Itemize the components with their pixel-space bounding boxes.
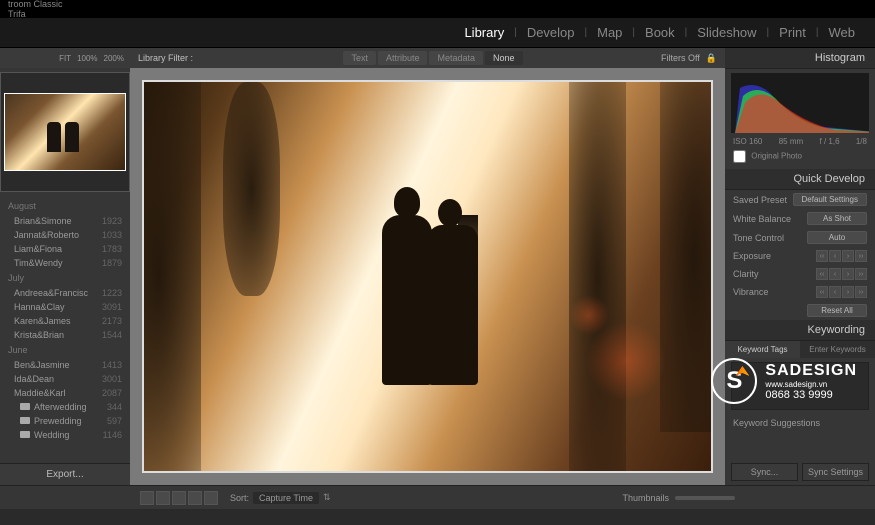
folder-group-header[interactable]: July <box>0 270 130 286</box>
preview-image <box>142 80 713 473</box>
loupe-view-icon[interactable] <box>156 491 170 505</box>
sync-button[interactable]: Sync... <box>731 463 798 481</box>
folder-item[interactable]: Maddie&Karl2087 <box>0 386 130 400</box>
compare-view-icon[interactable] <box>172 491 186 505</box>
wb-label: White Balance <box>733 214 791 224</box>
quickdev-title: Quick Develop <box>725 169 875 190</box>
sort-direction-icon[interactable]: ⇅ <box>323 492 331 503</box>
sort-label: Sort: <box>230 493 249 503</box>
vibrance-label: Vibrance <box>733 287 768 297</box>
watermark: S SADESIGN www.sadesign.vn 0868 33 9999 <box>711 358 857 404</box>
reset-all-button[interactable]: Reset All <box>807 304 867 317</box>
library-filter-bar: Library Filter : Text Attribute Metadata… <box>130 48 725 68</box>
center-panel: Library Filter : Text Attribute Metadata… <box>130 48 725 485</box>
zoom-fit[interactable]: FIT <box>59 54 71 63</box>
exposure-label: Exposure <box>733 251 771 261</box>
app-name: troom Classic <box>8 0 63 9</box>
clarity-stepper[interactable]: ‹‹‹››› <box>816 268 867 280</box>
tone-label: Tone Control <box>733 233 784 243</box>
thumbnails-label: Thumbnails <box>622 493 669 503</box>
watermark-brand: SADESIGN <box>765 362 857 380</box>
iso-value: ISO 160 <box>733 137 762 146</box>
watermark-phone: 0868 33 9999 <box>765 389 857 401</box>
view-mode-icons <box>140 491 218 505</box>
module-library[interactable]: Library <box>454 25 514 40</box>
navigator-zoom: FIT 100% 200% <box>0 48 130 68</box>
module-web[interactable]: Web <box>819 25 866 40</box>
watermark-logo-icon: S <box>711 358 757 404</box>
folder-item[interactable]: Ida&Dean3001 <box>0 372 130 386</box>
export-button[interactable]: Export... <box>0 463 130 485</box>
module-develop[interactable]: Develop <box>517 25 585 40</box>
subfolder-item[interactable]: Afterwedding344 <box>0 400 130 414</box>
folders-panel: AugustBrian&Simone1923Jannat&Roberto1033… <box>0 196 130 463</box>
exposure-stepper[interactable]: ‹‹‹››› <box>816 250 867 262</box>
grid-view-icon[interactable] <box>140 491 154 505</box>
filter-none[interactable]: None <box>485 51 523 65</box>
original-photo-check[interactable]: Original Photo <box>725 148 875 169</box>
thumbnail-slider[interactable] <box>675 496 735 500</box>
survey-view-icon[interactable] <box>188 491 202 505</box>
keyword-suggestions-label: Keyword Suggestions <box>725 414 875 432</box>
filter-attribute[interactable]: Attribute <box>378 51 428 65</box>
subfolder-item[interactable]: Prewedding597 <box>0 414 130 428</box>
filter-metadata[interactable]: Metadata <box>429 51 483 65</box>
saved-preset-dropdown[interactable]: Default Settings <box>793 193 867 206</box>
keywording-title: Keywording <box>725 320 875 341</box>
module-picker: Library| Develop| Map| Book| Slideshow| … <box>0 18 875 48</box>
folder-item[interactable]: Krista&Brian1544 <box>0 328 130 342</box>
folder-item[interactable]: Ben&Jasmine1413 <box>0 358 130 372</box>
module-print[interactable]: Print <box>769 25 816 40</box>
folder-item[interactable]: Tim&Wendy1879 <box>0 256 130 270</box>
clarity-label: Clarity <box>733 269 759 279</box>
navigator-thumbnail[interactable] <box>0 72 130 192</box>
filter-text[interactable]: Text <box>343 51 376 65</box>
sort-dropdown[interactable]: Capture Time <box>253 492 319 504</box>
aperture-value: f / 1,6 <box>820 137 840 146</box>
module-slideshow[interactable]: Slideshow <box>687 25 766 40</box>
folder-item[interactable]: Karen&James2173 <box>0 314 130 328</box>
folder-item[interactable]: Jannat&Roberto1033 <box>0 228 130 242</box>
saved-preset-label: Saved Preset <box>733 195 787 205</box>
focal-value: 85 mm <box>779 137 803 146</box>
folder-item[interactable]: Brian&Simone1923 <box>0 214 130 228</box>
wb-dropdown[interactable]: As Shot <box>807 212 867 225</box>
zoom-200[interactable]: 200% <box>104 54 124 63</box>
folder-item[interactable]: Liam&Fiona1783 <box>0 242 130 256</box>
toolbar: Sort: Capture Time ⇅ Thumbnails <box>0 485 875 509</box>
kw-tab-enter[interactable]: Enter Keywords <box>800 341 875 358</box>
user-name: Trifa <box>8 9 63 19</box>
watermark-url: www.sadesign.vn <box>765 380 857 389</box>
folder-group-header[interactable]: June <box>0 342 130 358</box>
original-checkbox[interactable] <box>733 150 746 163</box>
people-view-icon[interactable] <box>204 491 218 505</box>
shutter-value: 1/8 <box>856 137 867 146</box>
module-map[interactable]: Map <box>587 25 632 40</box>
folder-item[interactable]: Andreea&Francisc1223 <box>0 286 130 300</box>
zoom-100[interactable]: 100% <box>77 54 97 63</box>
vibrance-stepper[interactable]: ‹‹‹››› <box>816 286 867 298</box>
right-panel: Histogram ISO 160 85 mm f / 1,6 1/8 Orig… <box>725 48 875 485</box>
image-viewport[interactable] <box>130 68 725 485</box>
menubar: troom Classic Trifa <box>0 0 875 18</box>
histogram-info: ISO 160 85 mm f / 1,6 1/8 <box>725 135 875 148</box>
subfolder-item[interactable]: Wedding1146 <box>0 428 130 442</box>
histogram-title: Histogram <box>725 48 875 69</box>
kw-tab-tags[interactable]: Keyword Tags <box>725 341 800 358</box>
folder-item[interactable]: Hanna&Clay3091 <box>0 300 130 314</box>
tone-auto-button[interactable]: Auto <box>807 231 867 244</box>
sync-settings-button[interactable]: Sync Settings <box>802 463 869 481</box>
left-panel: FIT 100% 200% AugustBrian&Simone1923Jann… <box>0 48 130 485</box>
lock-icon[interactable]: 🔒 <box>706 53 717 64</box>
module-book[interactable]: Book <box>635 25 685 40</box>
histogram[interactable] <box>731 73 869 133</box>
folder-group-header[interactable]: August <box>0 198 130 214</box>
filters-off-toggle[interactable]: Filters Off <box>661 53 700 63</box>
filter-label: Library Filter : <box>138 53 193 63</box>
